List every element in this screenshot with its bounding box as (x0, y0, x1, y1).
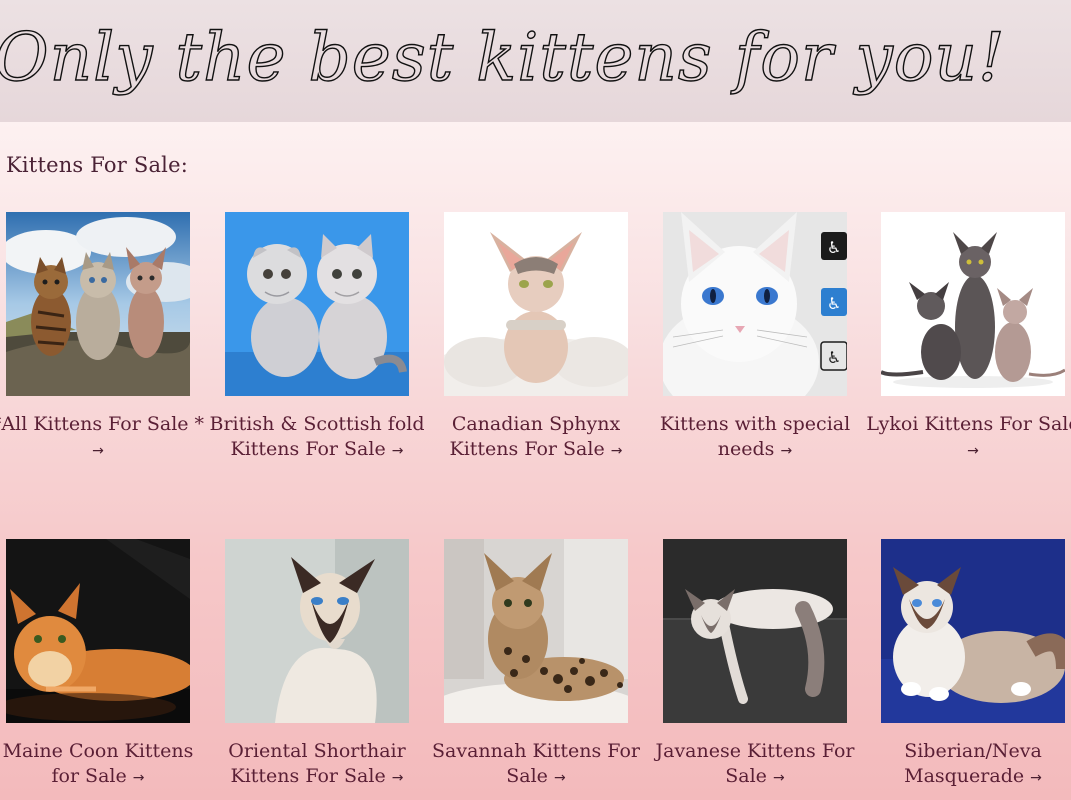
category-card-javanese[interactable]: Javanese Kittens For Sale → (656, 539, 855, 797)
category-label[interactable]: British & Scottish fold Kittens For Sale… (209, 412, 425, 464)
arrow-right-icon: → (391, 770, 404, 786)
category-card-special-needs[interactable]: ♿ ♿ ♿ Kittens with special needs → (660, 212, 850, 492)
siberian-neva-photo[interactable] (881, 539, 1065, 723)
svg-text:♿: ♿ (827, 294, 841, 313)
svg-text:♿: ♿ (827, 238, 841, 257)
british-scottish-kittens-photo[interactable] (225, 212, 409, 396)
category-label[interactable]: Siberian/Neva Masquerade → (865, 739, 1071, 791)
category-card-oriental-shorthair[interactable]: Oriental Shorthair Kittens For Sale → (225, 539, 409, 797)
arrow-right-icon: → (132, 770, 145, 786)
maine-coon-photo[interactable] (6, 539, 190, 723)
lykoi-cats-photo[interactable] (881, 212, 1065, 396)
svg-text:♿: ♿ (827, 348, 841, 367)
category-label[interactable]: Savannah Kittens For Sale → (428, 739, 644, 791)
arrow-right-icon: → (780, 443, 793, 459)
category-card-british-scottish[interactable]: British & Scottish fold Kittens For Sale… (210, 212, 425, 492)
category-label[interactable]: Javanese Kittens For Sale → (647, 739, 863, 791)
arrow-right-icon: → (391, 443, 404, 459)
arrow-right-icon: → (553, 770, 566, 786)
white-cat-accessibility-photo[interactable]: ♿ ♿ ♿ (663, 212, 847, 396)
category-card-maine-coon[interactable]: Maine Coon Kittens for Sale → (3, 539, 193, 797)
category-label[interactable]: Maine Coon Kittens for Sale → (0, 739, 206, 791)
category-card-all[interactable]: *All Kittens For Sale * → (0, 212, 204, 492)
category-label[interactable]: Kittens with special needs → (647, 412, 863, 464)
category-card-siberian-neva[interactable]: Siberian/Neva Masquerade → (881, 539, 1065, 797)
javanese-cat-photo[interactable] (663, 539, 847, 723)
section-heading: Kittens For Sale: (6, 153, 188, 177)
savannah-kitten-photo[interactable] (444, 539, 628, 723)
banner-title-text: Only the best kittens for you! (0, 19, 1006, 96)
category-label[interactable]: *All Kittens For Sale * → (0, 412, 206, 464)
category-card-canadian-sphynx[interactable]: Canadian Sphynx Kittens For Sale → (444, 212, 628, 492)
arrow-right-icon: → (610, 443, 623, 459)
category-card-lykoi[interactable]: Lykoi Kittens For Sale → (866, 212, 1071, 492)
arrow-right-icon: → (772, 770, 785, 786)
banner-script-title: Only the best kittens for you! (0, 18, 1006, 96)
arrow-right-icon: → (1030, 770, 1042, 786)
three-cats-rock-photo[interactable] (6, 212, 190, 396)
category-label[interactable]: Lykoi Kittens For Sale → (865, 412, 1071, 464)
header-banner: Only the best kittens for you! (0, 0, 1071, 122)
category-label[interactable]: Oriental Shorthair Kittens For Sale → (209, 739, 425, 791)
arrow-right-icon: → (967, 443, 979, 459)
sphynx-kitten-photo[interactable] (444, 212, 628, 396)
arrow-right-icon: → (92, 443, 104, 459)
oriental-shorthair-photo[interactable] (225, 539, 409, 723)
category-label[interactable]: Canadian Sphynx Kittens For Sale → (428, 412, 644, 464)
category-card-savannah[interactable]: Savannah Kittens For Sale → (432, 539, 640, 797)
